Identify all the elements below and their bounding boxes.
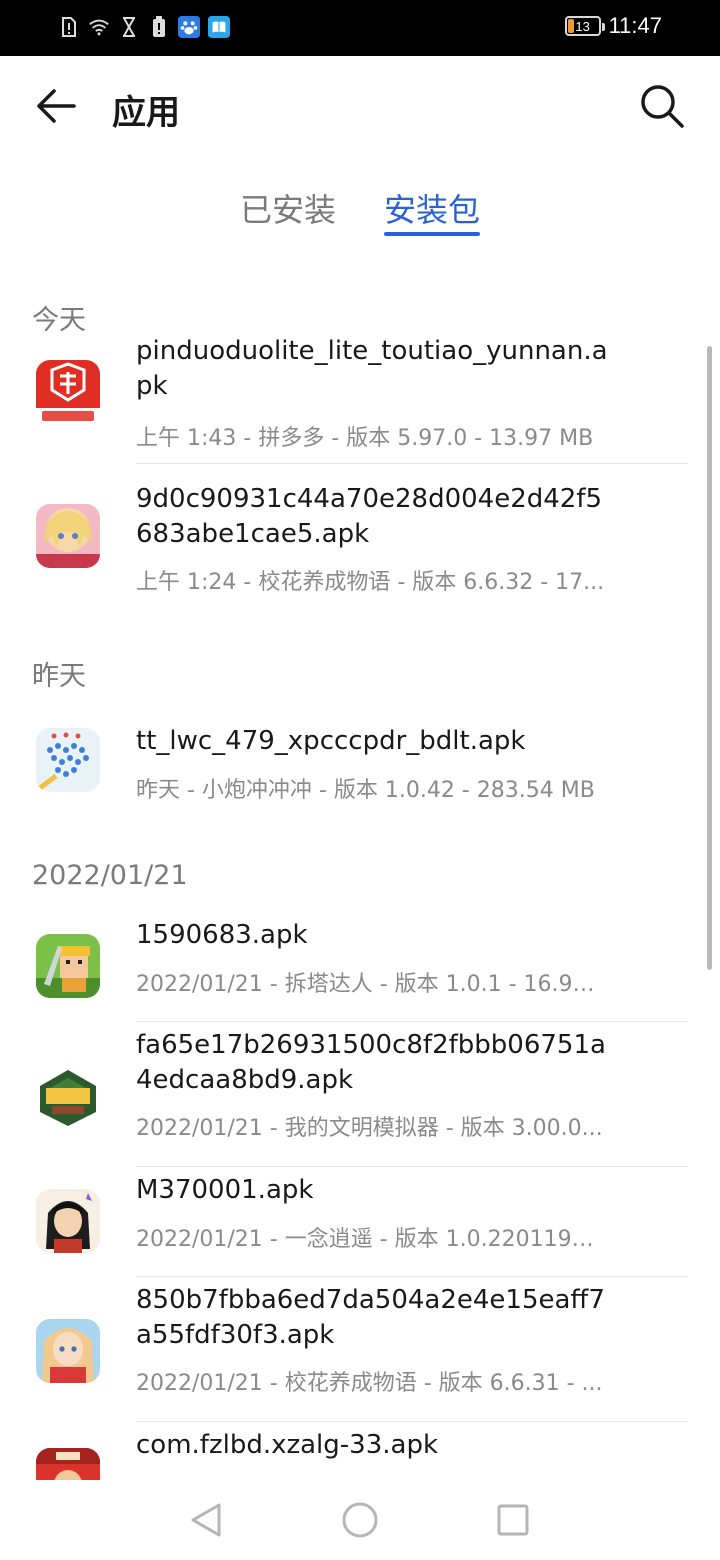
- file-meta: 上午 1:24 - 校花养成物语 - 版本 6.6.32 - 17...: [136, 570, 605, 595]
- list-item[interactable]: 850b7fbba6ed7da504a2e4e15eaff7a55fdf30f3…: [0, 1277, 720, 1422]
- list-item[interactable]: fa65e17b26931500c8f2fbbb06751a4edcaa8bd9…: [0, 1022, 720, 1167]
- list-item[interactable]: 1590683.apk 2022/01/21 - 拆塔达人 - 版本 1.0.1…: [0, 912, 720, 1022]
- list-item[interactable]: 9d0c90931c44a70e28d004e2d42f5683abe1cae5…: [0, 464, 720, 609]
- clock: 11:47: [608, 13, 662, 38]
- file-name: 850b7fbba6ed7da504a2e4e15eaff7a55fdf30f3…: [136, 1285, 605, 1350]
- battery-icon: 13: [564, 16, 605, 36]
- back-triangle-icon: [191, 1503, 221, 1537]
- file-meta: 2022/01/21 - 一念逍遥 - 版本 1.0.2201190...: [136, 1227, 606, 1252]
- search-icon: [641, 85, 684, 128]
- file-meta: 昨天 - 小炮冲冲冲 - 版本 1.0.42 - 283.54 MB: [136, 778, 595, 803]
- file-meta: 2022/01/21 - 我的文明模拟器 - 版本 3.00.0...: [136, 1116, 603, 1141]
- active-tab-indicator: [384, 232, 480, 236]
- civilization-app-icon: [36, 1064, 100, 1128]
- anime-girl-app-icon: [36, 504, 100, 568]
- tab-bar: 已安装 安装包: [0, 180, 720, 240]
- battery-level-fill: [567, 19, 574, 33]
- status-icons: [58, 14, 230, 40]
- baidu-paw-icon: [178, 14, 200, 40]
- cultivation-app-icon: [36, 1189, 100, 1253]
- reader-book-icon: [208, 14, 230, 40]
- crowd-game-app-icon: [36, 728, 100, 792]
- list-item[interactable]: pinduoduolite_lite_toutiao_yunnan.apk 上午…: [0, 336, 720, 464]
- navigation-bar: [0, 1480, 720, 1560]
- file-name: tt_lwc_479_xpcccpdr_bdlt.apk: [136, 726, 526, 756]
- file-name: com.fzlbd.xzalg-33.apk: [136, 1430, 439, 1460]
- section-header-date: 2022/01/21: [32, 860, 188, 891]
- anime-girl-app-icon: [36, 1319, 100, 1383]
- list-item[interactable]: tt_lwc_479_xpcccpdr_bdlt.apk 昨天 - 小炮冲冲冲 …: [0, 706, 720, 830]
- file-meta: 2022/01/21 - 校花养成物语 - 版本 6.6.31 - ...: [136, 1371, 603, 1396]
- scrollbar[interactable]: [707, 346, 712, 970]
- red-game-app-icon: [36, 1448, 100, 1480]
- recents-square-icon: [497, 1504, 529, 1536]
- file-name: M370001.apk: [136, 1175, 314, 1205]
- file-name: 9d0c90931c44a70e28d004e2d42f5683abe1cae5…: [136, 484, 603, 549]
- home-circle-icon: [342, 1502, 378, 1538]
- tab-packages[interactable]: 安装包: [384, 185, 480, 231]
- section-header-today: 今天: [32, 305, 86, 336]
- status-right: 13 11:47: [564, 13, 662, 39]
- battery-level: 13: [575, 18, 590, 34]
- file-name: 1590683.apk: [136, 920, 308, 950]
- nav-recents-button[interactable]: [493, 1500, 533, 1540]
- arrow-left-icon: [37, 89, 76, 123]
- file-meta: 2022/01/21 - 拆塔达人 - 版本 1.0.1 - 16.92 ...: [136, 972, 606, 997]
- tab-installed[interactable]: 已安装: [240, 185, 336, 231]
- page-title: 应用: [112, 93, 180, 133]
- pinduoduo-app-icon: [36, 360, 100, 424]
- phone-alert-icon: [148, 14, 170, 40]
- nav-home-button[interactable]: [340, 1500, 380, 1540]
- nav-back-button[interactable]: [186, 1500, 226, 1540]
- back-button[interactable]: [34, 84, 78, 128]
- section-header-yesterday: 昨天: [32, 661, 86, 692]
- file-name: pinduoduolite_lite_toutiao_yunnan.apk: [136, 336, 608, 401]
- wifi-icon: [88, 14, 110, 40]
- search-button[interactable]: [638, 82, 686, 130]
- status-bar: 13 11:47: [0, 0, 720, 56]
- hourglass-icon: [118, 14, 140, 40]
- list-item[interactable]: com.fzlbd.xzalg-33.apk: [0, 1422, 720, 1480]
- blocky-warrior-app-icon: [36, 934, 100, 998]
- list-item[interactable]: M370001.apk 2022/01/21 - 一念逍遥 - 版本 1.0.2…: [0, 1167, 720, 1277]
- package-list[interactable]: 今天 pinduoduolite_lite_toutiao_yunnan.apk…: [0, 286, 720, 1480]
- file-meta: 上午 1:43 - 拼多多 - 版本 5.97.0 - 13.97 MB: [136, 426, 594, 451]
- app-bar: 应用: [0, 56, 720, 156]
- file-name: fa65e17b26931500c8f2fbbb06751a4edcaa8bd9…: [136, 1030, 606, 1095]
- sim-alert-icon: [58, 14, 80, 40]
